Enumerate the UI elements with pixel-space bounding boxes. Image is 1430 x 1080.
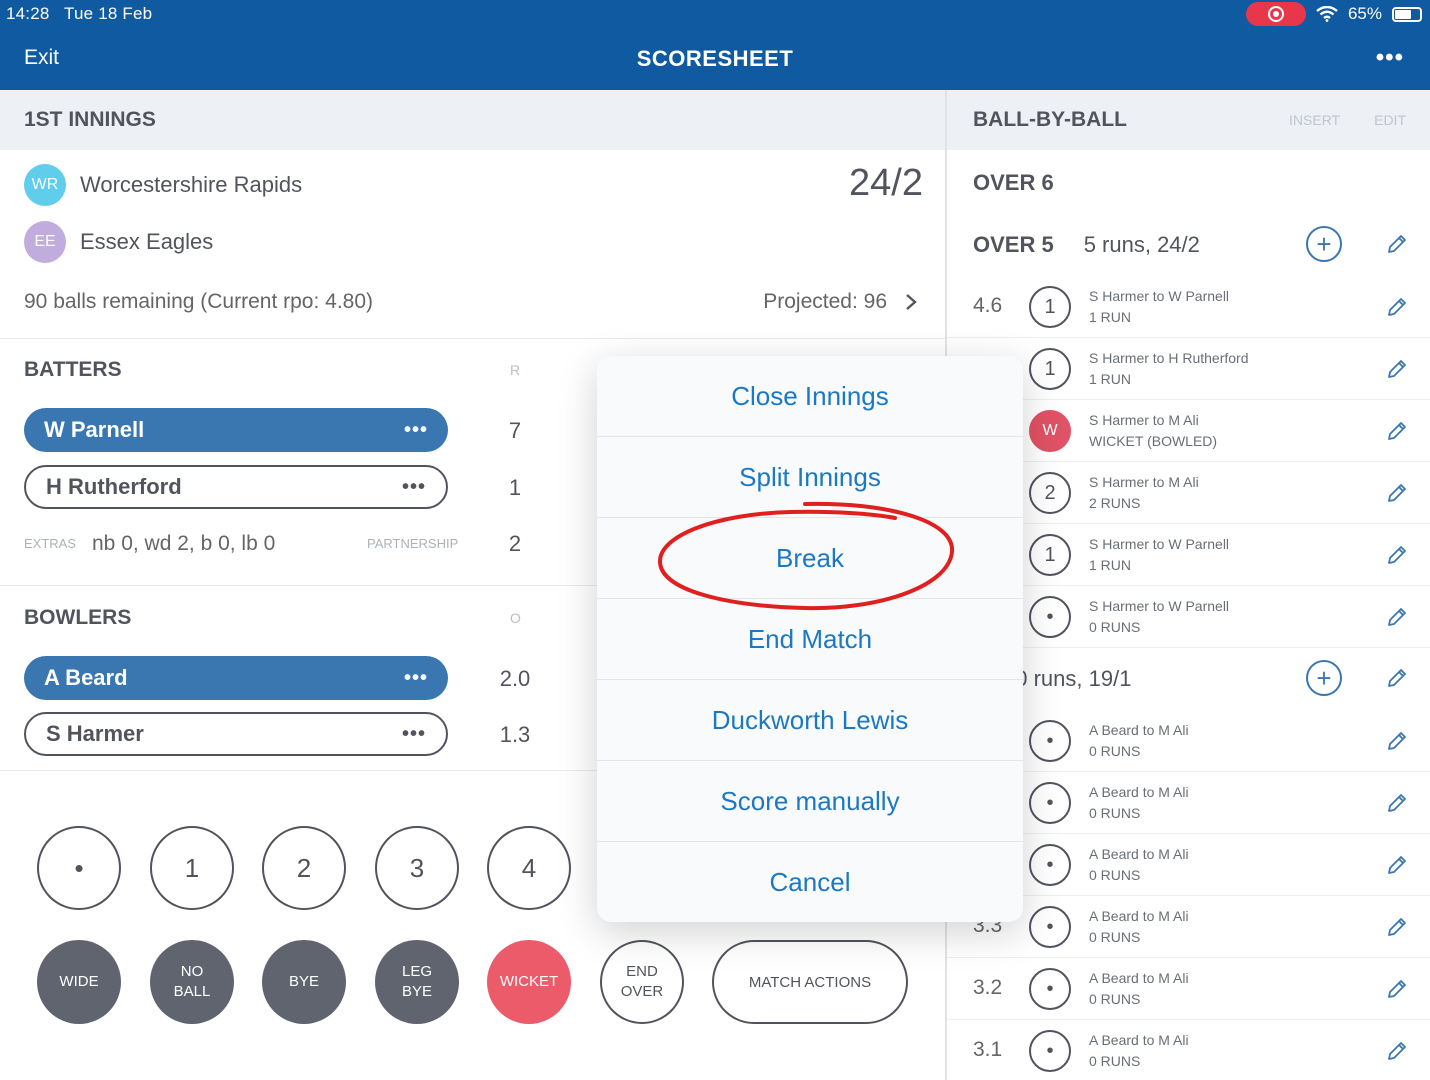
battery-icon bbox=[1392, 6, 1422, 22]
more-options-button[interactable]: ••• bbox=[1376, 44, 1404, 72]
top-navigation-bar: 14:28 Tue 18 Feb 65% Exit SCORESHEET ••• bbox=[0, 0, 1430, 90]
end-match-option[interactable]: End Match bbox=[597, 599, 1023, 680]
score-manually-option[interactable]: Score manually bbox=[597, 761, 1023, 842]
screen-recording-indicator[interactable] bbox=[1245, 2, 1306, 26]
duckworth-lewis-option[interactable]: Duckworth Lewis bbox=[597, 680, 1023, 761]
status-bar-indicators: 65% bbox=[1245, 2, 1422, 26]
split-innings-option[interactable]: Split Innings bbox=[597, 437, 1023, 518]
status-date: Tue 18 Feb bbox=[64, 4, 153, 23]
cancel-option[interactable]: Cancel bbox=[597, 842, 1023, 922]
record-icon bbox=[1267, 6, 1284, 22]
match-actions-menu: Close Innings Split Innings Break End Ma… bbox=[597, 356, 1023, 922]
battery-percent: 65% bbox=[1347, 4, 1382, 23]
break-option[interactable]: Break bbox=[597, 518, 1023, 599]
page-title: SCORESHEET bbox=[636, 46, 794, 71]
close-innings-option[interactable]: Close Innings bbox=[597, 356, 1023, 437]
status-bar-time: 14:28 Tue 18 Feb bbox=[6, 4, 152, 24]
wifi-icon bbox=[1316, 6, 1338, 22]
status-time: 14:28 bbox=[6, 4, 50, 23]
battery-level bbox=[1395, 9, 1411, 19]
